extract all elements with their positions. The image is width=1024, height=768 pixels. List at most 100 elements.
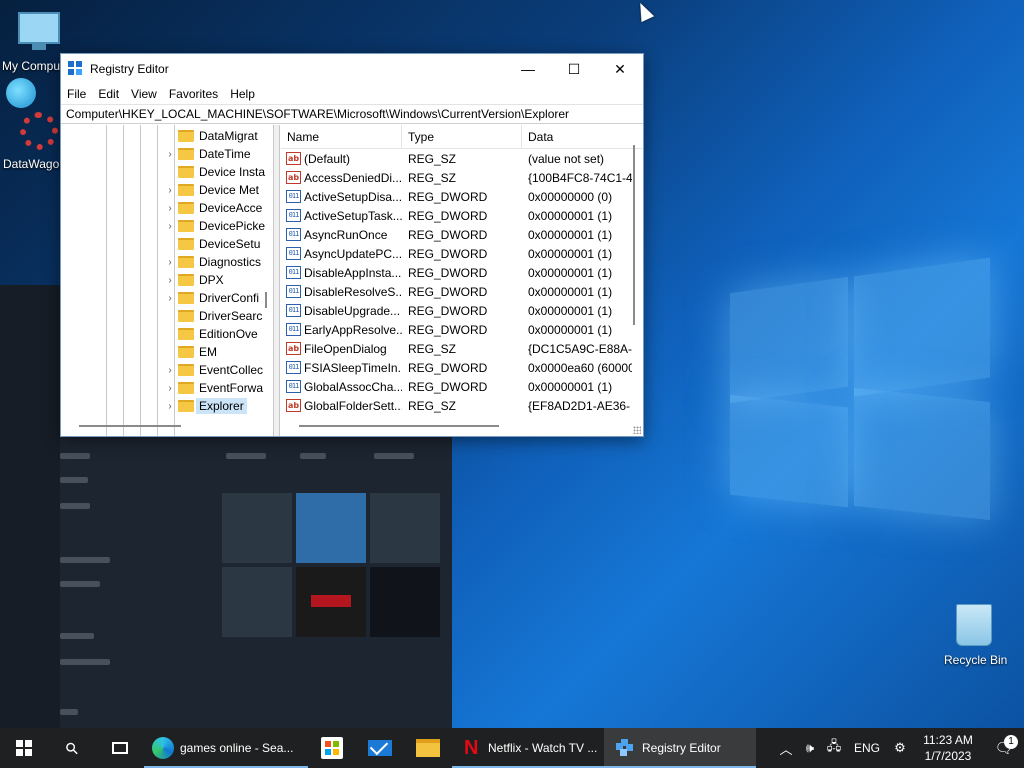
- maximize-button[interactable]: ☐: [551, 54, 597, 84]
- resize-grip[interactable]: [633, 426, 641, 434]
- value-row[interactable]: 011 ActiveSetupTask... REG_DWORD 0x00000001…: [281, 206, 643, 225]
- show-hidden-icons-chevron-icon[interactable]: ︿: [774, 739, 798, 758]
- value-row[interactable]: ab AccessDeniedDi... REG_SZ {100B4FC8-74C1-…: [281, 168, 643, 187]
- binary-value-icon: 011: [286, 228, 301, 241]
- taskbar-store-app[interactable]: [308, 728, 356, 768]
- value-type: REG_DWORD: [408, 303, 488, 318]
- value-row[interactable]: 011 DisableResolveS... REG_DWORD 0x00000001…: [281, 282, 643, 301]
- folder-icon: [178, 202, 194, 214]
- action-center-button[interactable]: 🗨 1: [984, 735, 1024, 757]
- folder-icon: [178, 256, 194, 268]
- title-bar[interactable]: Registry Editor — ☐ ✕: [61, 54, 643, 84]
- expand-chevron-icon[interactable]: ›: [164, 275, 176, 286]
- tree-node-label: DriverConfi: [199, 291, 260, 305]
- column-header-type[interactable]: Type: [402, 125, 522, 149]
- tree-node[interactable]: › Diagnostics: [164, 253, 261, 271]
- tree-node[interactable]: EM: [164, 343, 217, 361]
- expand-chevron-icon[interactable]: ›: [164, 203, 176, 214]
- globe-icon[interactable]: [6, 78, 36, 108]
- tree-node[interactable]: › Explorer: [164, 397, 247, 415]
- tree-node[interactable]: › EventCollec: [164, 361, 263, 379]
- menu-favorites[interactable]: Favorites: [163, 87, 224, 101]
- expand-chevron-icon[interactable]: ›: [164, 149, 176, 160]
- clock[interactable]: 11:23 AM 1/7/2023: [912, 732, 984, 764]
- expand-chevron-icon[interactable]: ›: [164, 293, 176, 304]
- value-row[interactable]: 011 AsyncRunOnce REG_DWORD 0x00000001 (1): [281, 225, 643, 244]
- tree-node-label: DevicePicke: [199, 219, 266, 233]
- value-name: (Default): [304, 151, 351, 166]
- taskbar-edge-app[interactable]: games online - Sea...: [144, 728, 308, 768]
- tree-node[interactable]: DriverSearc: [164, 307, 262, 325]
- value-type: REG_SZ: [408, 398, 457, 413]
- key-tree-pane[interactable]: DataMigrat › DateTime Device Insta › Device M…: [61, 125, 274, 436]
- tree-node[interactable]: › DriverConfi: [164, 289, 259, 307]
- list-horizontal-scrollbar[interactable]: [299, 425, 499, 427]
- volume-icon[interactable]: 🕪: [798, 741, 822, 756]
- taskbar-netflix-app[interactable]: N Netflix - Watch TV ...: [452, 728, 604, 768]
- binary-value-icon: 011: [286, 304, 301, 317]
- menu-file[interactable]: File: [61, 87, 92, 101]
- tree-vertical-scrollbar[interactable]: [265, 292, 267, 308]
- tree-node[interactable]: › DevicePicke: [164, 217, 265, 235]
- tree-node[interactable]: Device Insta: [164, 163, 265, 181]
- expand-chevron-icon[interactable]: ›: [164, 185, 176, 196]
- value-name: DisableAppInsta...: [304, 265, 402, 280]
- taskbar-file-explorer-app[interactable]: [404, 728, 452, 768]
- netflix-icon: N: [464, 737, 479, 759]
- tree-node[interactable]: › DPX: [164, 271, 223, 289]
- value-row[interactable]: 011 GlobalAssocCha... REG_DWORD 0x00000001 …: [281, 377, 643, 396]
- menu-help[interactable]: Help: [224, 87, 261, 101]
- minimize-button[interactable]: —: [505, 54, 551, 84]
- values-list-pane[interactable]: Name Type Data ab (Default) REG_SZ (value n…: [281, 125, 643, 436]
- menu-view[interactable]: View: [125, 87, 163, 101]
- column-header-data[interactable]: Data: [522, 125, 632, 149]
- value-type: REG_DWORD: [408, 208, 488, 223]
- search-button[interactable]: ⚲: [48, 728, 96, 768]
- value-row[interactable]: 011 ActiveSetupDisa... REG_DWORD 0x00000000…: [281, 187, 643, 206]
- tree-node[interactable]: DeviceSetu: [164, 235, 260, 253]
- expand-chevron-icon[interactable]: ›: [164, 365, 176, 376]
- menu-edit[interactable]: Edit: [92, 87, 125, 101]
- settings-icon[interactable]: ⚙: [888, 741, 912, 756]
- value-row[interactable]: ab GlobalFolderSett... REG_SZ {EF8AD2D1-AE3…: [281, 396, 643, 415]
- tree-node[interactable]: › EventForwa: [164, 379, 263, 397]
- registry-editor-icon: [616, 739, 634, 757]
- close-button[interactable]: ✕: [597, 54, 643, 84]
- mail-icon: [368, 740, 392, 756]
- value-row[interactable]: 011 FSIASleepTimeIn... REG_DWORD 0x0000ea60…: [281, 358, 643, 377]
- tree-horizontal-scrollbar[interactable]: [79, 425, 181, 427]
- tree-node[interactable]: › DeviceAcce: [164, 199, 262, 217]
- tree-node[interactable]: EditionOve: [164, 325, 258, 343]
- value-row[interactable]: 011 DisableAppInsta... REG_DWORD 0x00000001…: [281, 263, 643, 282]
- taskbar-registry-editor-app[interactable]: Registry Editor: [604, 728, 756, 768]
- clock-date: 1/7/2023: [924, 749, 972, 763]
- pane-splitter[interactable]: [274, 125, 280, 436]
- expand-chevron-icon[interactable]: ›: [164, 401, 176, 412]
- value-name: FileOpenDialog: [304, 341, 387, 356]
- value-row[interactable]: 011 DisableUpgrade... REG_DWORD 0x00000001 …: [281, 301, 643, 320]
- string-value-icon: ab: [286, 342, 301, 355]
- task-view-button[interactable]: [96, 728, 144, 768]
- folder-icon: [178, 166, 194, 178]
- tree-node[interactable]: DataMigrat: [164, 127, 258, 145]
- tree-node[interactable]: › Device Met: [164, 181, 259, 199]
- expand-chevron-icon[interactable]: ›: [164, 383, 176, 394]
- value-data: 0x00000000 (0): [528, 189, 613, 204]
- input-language-indicator[interactable]: ENG: [846, 741, 888, 755]
- value-data: 0x00000001 (1): [528, 379, 613, 394]
- start-button[interactable]: [0, 728, 48, 768]
- value-row[interactable]: ab (Default) REG_SZ (value not set): [281, 149, 643, 168]
- value-row[interactable]: ab FileOpenDialog REG_SZ {DC1C5A9C-E88A-: [281, 339, 643, 358]
- taskbar-mail-app[interactable]: [356, 728, 404, 768]
- value-row[interactable]: 011 AsyncUpdatePC... REG_DWORD 0x00000001 (…: [281, 244, 643, 263]
- value-data: {EF8AD2D1-AE36-: [528, 398, 631, 413]
- clock-time: 11:23 AM: [923, 733, 973, 747]
- address-bar[interactable]: Computer\HKEY_LOCAL_MACHINE\SOFTWARE\Mic…: [61, 104, 643, 124]
- expand-chevron-icon[interactable]: ›: [164, 221, 176, 232]
- expand-chevron-icon[interactable]: ›: [164, 257, 176, 268]
- tree-node[interactable]: › DateTime: [164, 145, 250, 163]
- list-vertical-scrollbar[interactable]: [633, 145, 635, 325]
- column-header-name[interactable]: Name: [281, 125, 402, 149]
- value-row[interactable]: 011 EarlyAppResolve... REG_DWORD 0x00000001…: [281, 320, 643, 339]
- network-icon[interactable]: 🖧: [822, 737, 846, 759]
